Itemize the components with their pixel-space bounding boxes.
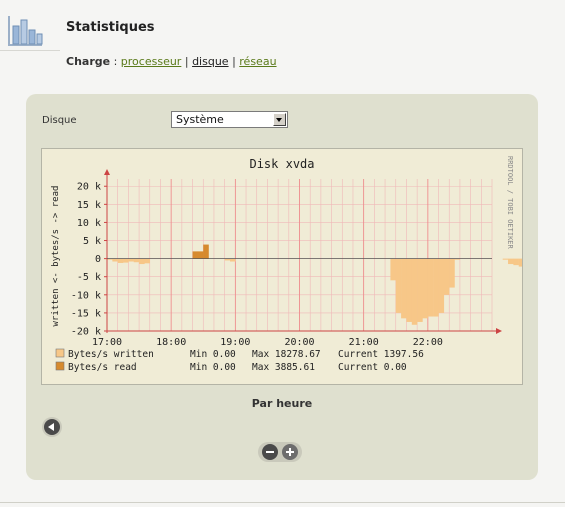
written-bar	[395, 258, 402, 313]
x-tick-label: 19:00	[220, 337, 250, 348]
written-bar	[133, 258, 140, 263]
y-tick-label: 0	[95, 254, 101, 265]
chart-title: Disk xvda	[249, 157, 314, 171]
y-tick-label: -20 k	[71, 327, 101, 338]
legend-min: Min 0.00	[190, 362, 236, 373]
legend-min: Min 0.00	[190, 349, 236, 360]
written-bar	[139, 258, 145, 265]
written-bar	[513, 258, 519, 266]
x-axis-arrow	[496, 328, 502, 334]
y-axis-label: written <- bytes/s -> read	[51, 186, 61, 327]
charge-link-reseau[interactable]: réseau	[239, 55, 276, 68]
written-bar	[422, 258, 429, 319]
x-tick-label: 21:00	[349, 337, 379, 348]
disk-graph: 20 k 15 k 10 k 5 k 0 -5 k -10 k -15 k -20 k 17:00…	[41, 148, 523, 385]
y-tick-label: -5 k	[77, 272, 101, 283]
written-bar	[229, 258, 236, 262]
y-tick-label: 5 k	[83, 236, 101, 247]
charge-separator: |	[184, 55, 189, 68]
written-bar	[144, 258, 150, 264]
x-tick-label: 20:00	[284, 337, 314, 348]
written-bar	[508, 258, 514, 265]
disk-chart: 20 k 15 k 10 k 5 k 0 -5 k -10 k -15 k -20 k17:00…	[51, 156, 522, 373]
zoom-in-icon[interactable]	[282, 444, 298, 460]
period-label: Par heure	[251, 397, 313, 410]
stats-panel: Disque Système 20 k 15 k 10 k 5 k 0 -5 k -10 k…	[26, 94, 538, 480]
written-bar	[411, 258, 418, 325]
legend-swatch	[55, 361, 65, 371]
x-tick-label: 22:00	[413, 337, 443, 348]
written-bar	[112, 258, 118, 262]
written-bar	[401, 258, 407, 319]
written-bar	[417, 258, 423, 322]
written-bar	[449, 258, 455, 288]
page-title: Statistiques	[66, 20, 155, 35]
charge-colon: :	[110, 55, 121, 68]
disk-label: Disque	[42, 115, 77, 126]
y-tick-label: -15 k	[71, 308, 101, 319]
written-bar	[117, 258, 124, 263]
written-bar	[406, 258, 412, 322]
legend-current: Current 0.00	[338, 362, 407, 373]
written-bar	[128, 258, 134, 262]
written-bar	[438, 258, 445, 313]
written-bar	[390, 258, 396, 281]
y-tick-label: 15 k	[77, 200, 101, 211]
zoom-out-icon[interactable]	[262, 444, 278, 460]
charge-nav: Charge : processeur | disque | réseau	[66, 55, 277, 68]
zoom-controls	[258, 442, 302, 462]
written-bar	[427, 258, 434, 317]
statistics-logo-icon	[8, 16, 43, 46]
rrdtool-credit: RRDTOOL / TOBI OETIKER	[506, 156, 514, 250]
legend-name: Bytes/s read	[68, 362, 137, 373]
legend-swatch	[55, 348, 65, 358]
legend-current: Current 1397.56	[338, 349, 424, 360]
x-tick-label: 17:00	[92, 337, 122, 348]
read-bar	[192, 251, 199, 259]
y-tick-label: -10 k	[71, 290, 101, 301]
read-bar	[203, 244, 209, 259]
legend-name: Bytes/s written	[68, 349, 154, 360]
y-tick-label: 20 k	[77, 182, 101, 193]
x-tick-label: 18:00	[156, 337, 186, 348]
legend-max: Max 3885.61	[252, 362, 315, 373]
charge-separator: |	[232, 55, 236, 68]
written-bar	[433, 258, 439, 317]
written-bar	[123, 258, 129, 263]
chevron-down-icon[interactable]	[273, 113, 286, 126]
legend-max: Max 18278.67	[252, 349, 321, 360]
y-axis-arrow	[104, 169, 110, 175]
written-bar	[443, 258, 450, 295]
written-bar	[502, 258, 509, 260]
charge-link-processeur[interactable]: processeur	[121, 55, 182, 68]
previous-arrow-icon[interactable]	[44, 419, 60, 435]
disk-select[interactable]: Système	[171, 111, 288, 128]
disk-select-value: Système	[176, 113, 224, 126]
written-bar	[518, 258, 522, 267]
footer-divider	[0, 502, 565, 503]
charge-link-disque[interactable]: disque	[192, 55, 229, 68]
header-divider	[0, 50, 60, 51]
y-tick-label: 10 k	[77, 218, 101, 229]
charge-label: Charge	[66, 55, 111, 68]
read-bar	[197, 251, 204, 259]
